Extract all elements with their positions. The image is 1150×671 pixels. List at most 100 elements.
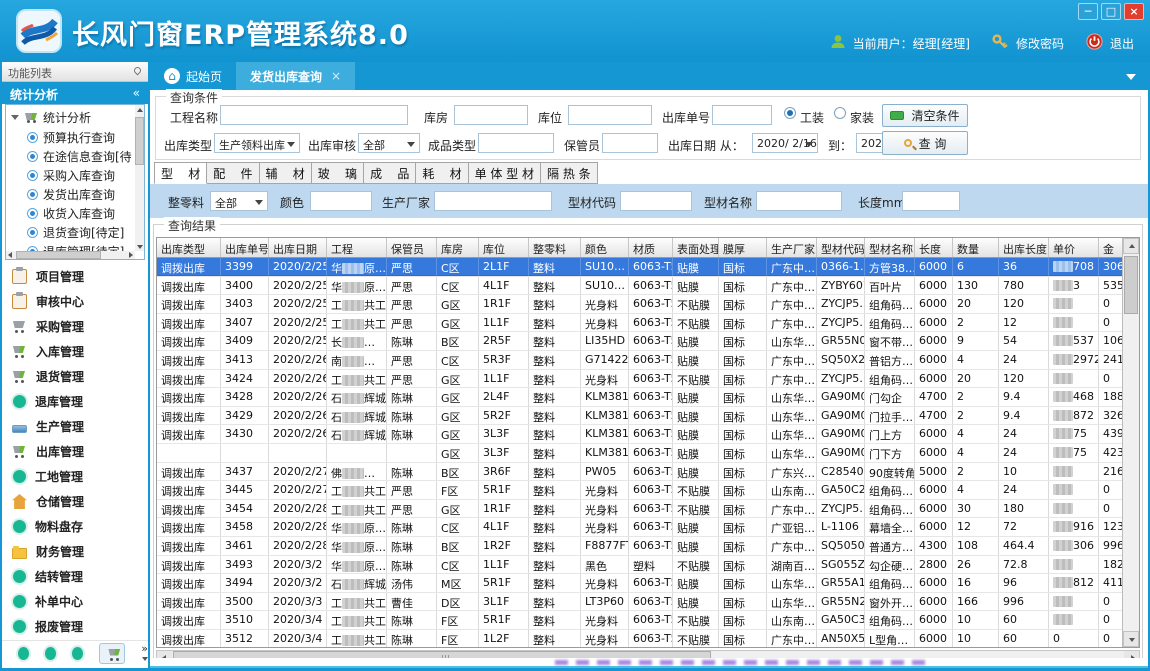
- out-no-input[interactable]: [712, 105, 772, 125]
- audit-select[interactable]: 全部: [358, 133, 420, 153]
- column-header-3[interactable]: 工程: [327, 238, 387, 257]
- sidebar-item-0[interactable]: 项目管理: [2, 264, 148, 289]
- tree-item-5[interactable]: 退货查询[待定]: [6, 223, 144, 242]
- material-tab-5[interactable]: 耗 材: [416, 162, 468, 184]
- logout-link[interactable]: 退出: [1110, 35, 1134, 52]
- sidebar-item-3[interactable]: 入库管理: [2, 339, 148, 364]
- tree-item-0[interactable]: 预算执行查询: [6, 128, 144, 147]
- tab-list-dropdown-icon[interactable]: [1126, 74, 1136, 80]
- material-tab-7[interactable]: 隔 热 条: [541, 162, 598, 184]
- column-header-9[interactable]: 材质: [629, 238, 673, 257]
- warehouse-input[interactable]: [454, 105, 528, 125]
- cart-shortcut-button[interactable]: [99, 643, 125, 664]
- tree-item-1[interactable]: 在途信息查询[待: [6, 147, 144, 166]
- table-row[interactable]: 调拨出库34072020/2/25工共工程严思G区1L1F整料光身料6063-T…: [157, 314, 1139, 333]
- location-input[interactable]: [568, 105, 652, 125]
- tree-expander-icon[interactable]: [11, 115, 19, 120]
- sidebar-item-14[interactable]: 报废管理: [2, 614, 148, 639]
- column-header-17[interactable]: 出库长度: [999, 238, 1049, 257]
- table-row[interactable]: 调拨出库34132020/2/26南…严思C区5R3F整料G714226063-…: [157, 351, 1139, 370]
- whole-select[interactable]: 全部: [210, 191, 268, 211]
- sidebar-item-8[interactable]: 工地管理: [2, 464, 148, 489]
- sidebar-item-9[interactable]: 仓储管理: [2, 489, 148, 514]
- tree-vscroll-thumb[interactable]: [135, 117, 144, 165]
- sidebar-item-1[interactable]: 审核中心: [2, 289, 148, 314]
- column-header-1[interactable]: 出库单号: [221, 238, 269, 257]
- sidebar-item-11[interactable]: 财务管理: [2, 539, 148, 564]
- table-row[interactable]: 调拨出库35002020/3/3工共工程曹佳D区3L1F整料LT3P606063…: [157, 593, 1139, 612]
- column-header-0[interactable]: 出库类型: [157, 238, 221, 257]
- close-button[interactable]: ×: [1124, 3, 1144, 20]
- tree-root[interactable]: 统计分析: [6, 105, 144, 128]
- column-header-12[interactable]: 生产厂家: [767, 238, 817, 257]
- table-row[interactable]: 调拨出库34302020/2/26石辉城陈琳G区3L3F整料KLM3817606…: [157, 425, 1139, 444]
- pin-icon[interactable]: [133, 66, 143, 76]
- column-header-18[interactable]: 单价: [1049, 238, 1099, 257]
- table-row[interactable]: 调拨出库34542020/2/28工共工程严思G区1R1F整料光身料6063-T…: [157, 500, 1139, 519]
- table-row[interactable]: G区3L3F整料KLM38176063-T5贴膜国标山东华…GA90M09…门下…: [157, 444, 1139, 463]
- project-name-input[interactable]: [220, 105, 408, 125]
- maker-input[interactable]: [434, 191, 552, 211]
- column-header-15[interactable]: 长度: [915, 238, 953, 257]
- sidebar-item-10[interactable]: 物料盘存: [2, 514, 148, 539]
- sidebar-item-5[interactable]: 退库管理: [2, 389, 148, 414]
- table-row[interactable]: 调拨出库34242020/2/26工共工程严思G区1L1F整料光身料6063-T…: [157, 370, 1139, 389]
- code-input[interactable]: [620, 191, 692, 211]
- jiazhuang-radio[interactable]: [834, 107, 846, 119]
- tree-horizontal-scrollbar[interactable]: [6, 251, 135, 259]
- sidebar-item-6[interactable]: 生产管理: [2, 414, 148, 439]
- material-tab-2[interactable]: 辅 材: [260, 162, 312, 184]
- clear-conditions-button[interactable]: 清空条件: [882, 104, 968, 127]
- out-type-select[interactable]: 生产领料出库: [214, 133, 300, 153]
- tab-home[interactable]: 起始页: [150, 62, 236, 90]
- column-header-7[interactable]: 整零料: [529, 238, 581, 257]
- gongzhuang-radio[interactable]: [784, 107, 796, 119]
- table-row[interactable]: 调拨出库35122020/3/4工共工程陈琳F区1L2F整料光身料6063-T5…: [157, 630, 1139, 648]
- maximize-button[interactable]: □: [1101, 3, 1121, 20]
- tab-close-icon[interactable]: ×: [331, 69, 341, 83]
- sidebar-item-4[interactable]: 退货管理: [2, 364, 148, 389]
- table-row[interactable]: 调拨出库34932020/3/2华原…陈琳C区1L1F整料黑色塑料不贴膜国标湖南…: [157, 556, 1139, 575]
- table-row[interactable]: 调拨出库34612020/2/28华原…陈琳B区1R2F整料F8877FT606…: [157, 537, 1139, 556]
- column-header-8[interactable]: 颜色: [581, 238, 629, 257]
- table-row[interactable]: 调拨出库34032020/2/25工共工程严思G区1R1F整料光身料6063-T…: [157, 295, 1139, 314]
- table-row[interactable]: 调拨出库34452020/2/27工共工程严思F区5R1F整料光身料6063-T…: [157, 481, 1139, 500]
- sidebar-item-12[interactable]: 结转管理: [2, 564, 148, 589]
- keeper-input[interactable]: [602, 133, 658, 153]
- material-tab-4[interactable]: 成 品: [364, 162, 416, 184]
- tab-shipment-query[interactable]: 发货出库查询 ×: [236, 62, 355, 90]
- tree-item-3[interactable]: 发货出库查询: [6, 185, 144, 204]
- table-row[interactable]: 调拨出库34942020/3/2石辉城汤伟M区5R1F整料光身料6063-T5贴…: [157, 574, 1139, 593]
- column-header-11[interactable]: 膜厚: [719, 238, 767, 257]
- table-row[interactable]: 调拨出库34292020/2/26石辉城陈琳G区5R2F整料KLM3817606…: [157, 407, 1139, 426]
- expand-more-button[interactable]: »: [141, 644, 148, 662]
- material-tab-3[interactable]: 玻 璃: [312, 162, 364, 184]
- change-password-link[interactable]: 修改密码: [1016, 35, 1064, 52]
- dot-shortcut-icon[interactable]: [45, 647, 56, 660]
- sidebar-item-2[interactable]: 采购管理: [2, 314, 148, 339]
- length-input[interactable]: [902, 191, 960, 211]
- column-header-2[interactable]: 出库日期: [269, 238, 327, 257]
- column-header-13[interactable]: 型材代码: [817, 238, 865, 257]
- tree-item-4[interactable]: 收货入库查询: [6, 204, 144, 223]
- table-row[interactable]: 调拨出库34582020/2/28华原…陈琳C区4L1F整料光身料6063-T5…: [157, 518, 1139, 537]
- sidebar-item-7[interactable]: 出库管理: [2, 439, 148, 464]
- grid-vertical-scrollbar[interactable]: [1122, 238, 1139, 647]
- material-tab-1[interactable]: 配 件: [207, 162, 259, 184]
- table-row[interactable]: 调拨出库33992020/2/25华原…严思C区2L1F整料SU10…6063-…: [157, 258, 1139, 277]
- sidebar-item-13[interactable]: 补单中心: [2, 589, 148, 614]
- name-input[interactable]: [756, 191, 842, 211]
- product-type-input[interactable]: [478, 133, 554, 153]
- tree-hscroll-thumb[interactable]: [16, 251, 101, 259]
- collapse-icon[interactable]: «: [133, 86, 140, 100]
- dot-shortcut-icon[interactable]: [72, 647, 83, 660]
- grid-vscroll-thumb[interactable]: [1124, 256, 1138, 314]
- tree-vertical-scrollbar[interactable]: [135, 105, 144, 251]
- table-row[interactable]: 调拨出库34092020/2/25长…陈琳B区2R5F整料LI35HD6063-…: [157, 332, 1139, 351]
- tree-item-2[interactable]: 采购入库查询: [6, 166, 144, 185]
- table-row[interactable]: 调拨出库34002020/2/25华原…严思C区4L1F整料SU10…6063-…: [157, 277, 1139, 296]
- section-header[interactable]: 统计分析 «: [2, 82, 148, 104]
- material-tab-6[interactable]: 单 体 型 材: [469, 162, 541, 184]
- column-header-10[interactable]: 表面处理: [673, 238, 719, 257]
- search-button[interactable]: 查 询: [882, 131, 968, 155]
